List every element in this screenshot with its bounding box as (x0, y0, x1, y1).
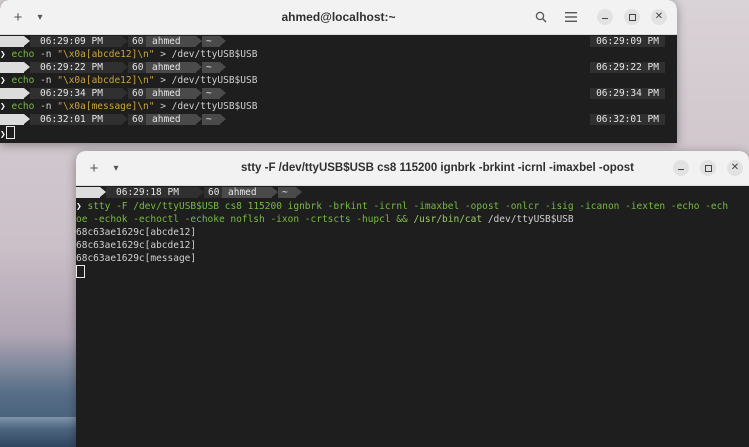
prompt-dir: ~ (202, 114, 220, 125)
hamburger-menu-button[interactable] (563, 7, 579, 27)
command-name: echo (11, 49, 35, 60)
maximize-icon (704, 164, 712, 172)
command-line-wrap: oe -echok -echoctl -echoke noflsh -ixon … (76, 213, 749, 226)
prompt-dir: ~ (202, 62, 220, 73)
prompt-user: ahmed (222, 187, 272, 198)
prompt-arrow (220, 114, 226, 124)
prompt-dir: ~ (202, 88, 220, 99)
hamburger-icon (565, 12, 577, 22)
prompt-line: 06:32:01 PM 60 ahmed ~06:32:01 PM (0, 113, 677, 126)
output-line: 68c63ae1629c[message] (76, 253, 197, 264)
chevron-down-icon: ▾ (113, 162, 119, 174)
command-line: ❯ echo -n "\x0a[abcde12]\n" > /dev/ttyUS… (0, 74, 677, 87)
prompt-dir: ~ (278, 187, 296, 198)
prompt-os-segment (0, 36, 24, 47)
new-tab-button[interactable]: + (86, 158, 102, 178)
prompt-symbol: ❯ (0, 75, 6, 86)
command-string: "\x0a[abcde12]\n" (57, 49, 155, 60)
close-button[interactable]: ✕ (651, 9, 667, 25)
cursor-line[interactable] (76, 265, 749, 278)
minimize-icon (602, 17, 608, 20)
prompt-dir: ~ (202, 36, 220, 47)
prompt-arrow (220, 36, 226, 46)
output-line: 68c63ae1629c[abcde12] (76, 227, 197, 238)
prompt-user: ahmed (146, 62, 196, 73)
command-path: /usr/bin/cat (413, 214, 483, 225)
terminal-area[interactable]: 06:29:18 PM 60 ahmed ~ ❯ stty -F /dev/tt… (76, 186, 749, 447)
prompt-time: 06:32:01 PM (30, 114, 122, 125)
command-line: ❯ echo -n "\x0a[message]\n" > /dev/ttyUS… (0, 100, 677, 113)
command-redirect: > /dev/ttyUSB$USB (154, 49, 258, 60)
close-button[interactable]: ✕ (727, 160, 743, 176)
close-icon: ✕ (730, 162, 740, 173)
command-text-cont: oe -echok -echoctl -echoke noflsh -ixon … (76, 214, 414, 225)
minimize-button[interactable] (673, 160, 689, 176)
plus-icon: + (89, 159, 99, 177)
command-string: "\x0a[message]\n" (57, 101, 155, 112)
menu-dropdown-button[interactable]: ▾ (110, 158, 122, 178)
prompt-time: 06:29:09 PM (30, 36, 122, 47)
command-redirect: > /dev/ttyUSB$USB (154, 75, 258, 86)
prompt-line: 06:29:22 PM 60 ahmed ~06:29:22 PM (0, 61, 677, 74)
prompt-right-time: 06:29:09 PM (590, 36, 665, 47)
prompt-os-segment (0, 88, 24, 99)
command-line: ❯ stty -F /dev/ttyUSB$USB cs8 115200 ign… (76, 200, 749, 213)
prompt-time: 06:29:22 PM (30, 62, 122, 73)
maximize-button[interactable] (624, 9, 640, 25)
text-cursor (5, 126, 15, 139)
prompt-user: ahmed (146, 36, 196, 47)
command-arg: /dev/ttyUSB$USB (482, 214, 574, 225)
titlebar[interactable]: + ▾ stty -F /dev/ttyUSB$USB cs8 115200 i… (76, 151, 749, 186)
close-icon: ✕ (654, 11, 664, 22)
prompt-symbol: ❯ (0, 49, 6, 60)
search-button[interactable] (533, 7, 549, 27)
prompt-arrow (220, 62, 226, 72)
prompt-arrow (220, 88, 226, 98)
prompt-line: 06:29:09 PM 60 ahmed ~06:29:09 PM (0, 35, 677, 48)
command-name: echo (11, 101, 35, 112)
command-text: stty -F /dev/ttyUSB$USB cs8 115200 ignbr… (87, 201, 729, 212)
prompt-symbol: ❯ (76, 201, 82, 212)
prompt-line: 06:29:34 PM 60 ahmed ~06:29:34 PM (0, 87, 677, 100)
command-string: "\x0a[abcde12]\n" (57, 75, 155, 86)
output-line: 68c63ae1629c[abcde12] (76, 240, 197, 251)
prompt-user: ahmed (146, 88, 196, 99)
terminal-window-back[interactable]: + ▾ ahmed@localhost:~ ✕ 06:29:09 PM 60 ahm… (0, 0, 677, 143)
prompt-os-segment (76, 187, 100, 198)
terminal-area[interactable]: 06:29:09 PM 60 ahmed ~06:29:09 PM ❯ echo -n … (0, 35, 677, 143)
prompt-arrow (296, 187, 302, 197)
prompt-line: 06:29:18 PM 60 ahmed ~ (76, 186, 749, 199)
terminal-window-front[interactable]: + ▾ stty -F /dev/ttyUSB$USB cs8 115200 i… (76, 151, 749, 447)
prompt-symbol: ❯ (0, 101, 6, 112)
command-line: ❯ echo -n "\x0a[abcde12]\n" > /dev/ttyUS… (0, 48, 677, 61)
prompt-os-segment (0, 62, 24, 73)
command-name: echo (11, 75, 35, 86)
text-cursor (76, 265, 85, 278)
prompt-time: 06:29:18 PM (106, 187, 198, 198)
command-flag: -n (34, 49, 58, 60)
command-flag: -n (34, 75, 58, 86)
minimize-button[interactable] (597, 9, 613, 25)
command-redirect: > /dev/ttyUSB$USB (154, 101, 258, 112)
search-icon (535, 11, 547, 23)
command-flag: -n (34, 101, 58, 112)
prompt-os-segment (0, 114, 24, 125)
window-title: stty -F /dev/ttyUSB$USB cs8 115200 ignbr… (240, 162, 635, 174)
prompt-right-time: 06:32:01 PM (590, 114, 665, 125)
minimize-icon (678, 168, 684, 171)
prompt-time: 06:29:34 PM (30, 88, 122, 99)
maximize-button[interactable] (700, 160, 716, 176)
maximize-icon (628, 13, 636, 21)
prompt-right-time: 06:29:22 PM (590, 62, 665, 73)
cursor-line[interactable]: ❯ (0, 126, 677, 140)
titlebar[interactable]: + ▾ ahmed@localhost:~ ✕ (0, 0, 677, 35)
prompt-user: ahmed (146, 114, 196, 125)
prompt-right-time: 06:29:34 PM (590, 88, 665, 99)
